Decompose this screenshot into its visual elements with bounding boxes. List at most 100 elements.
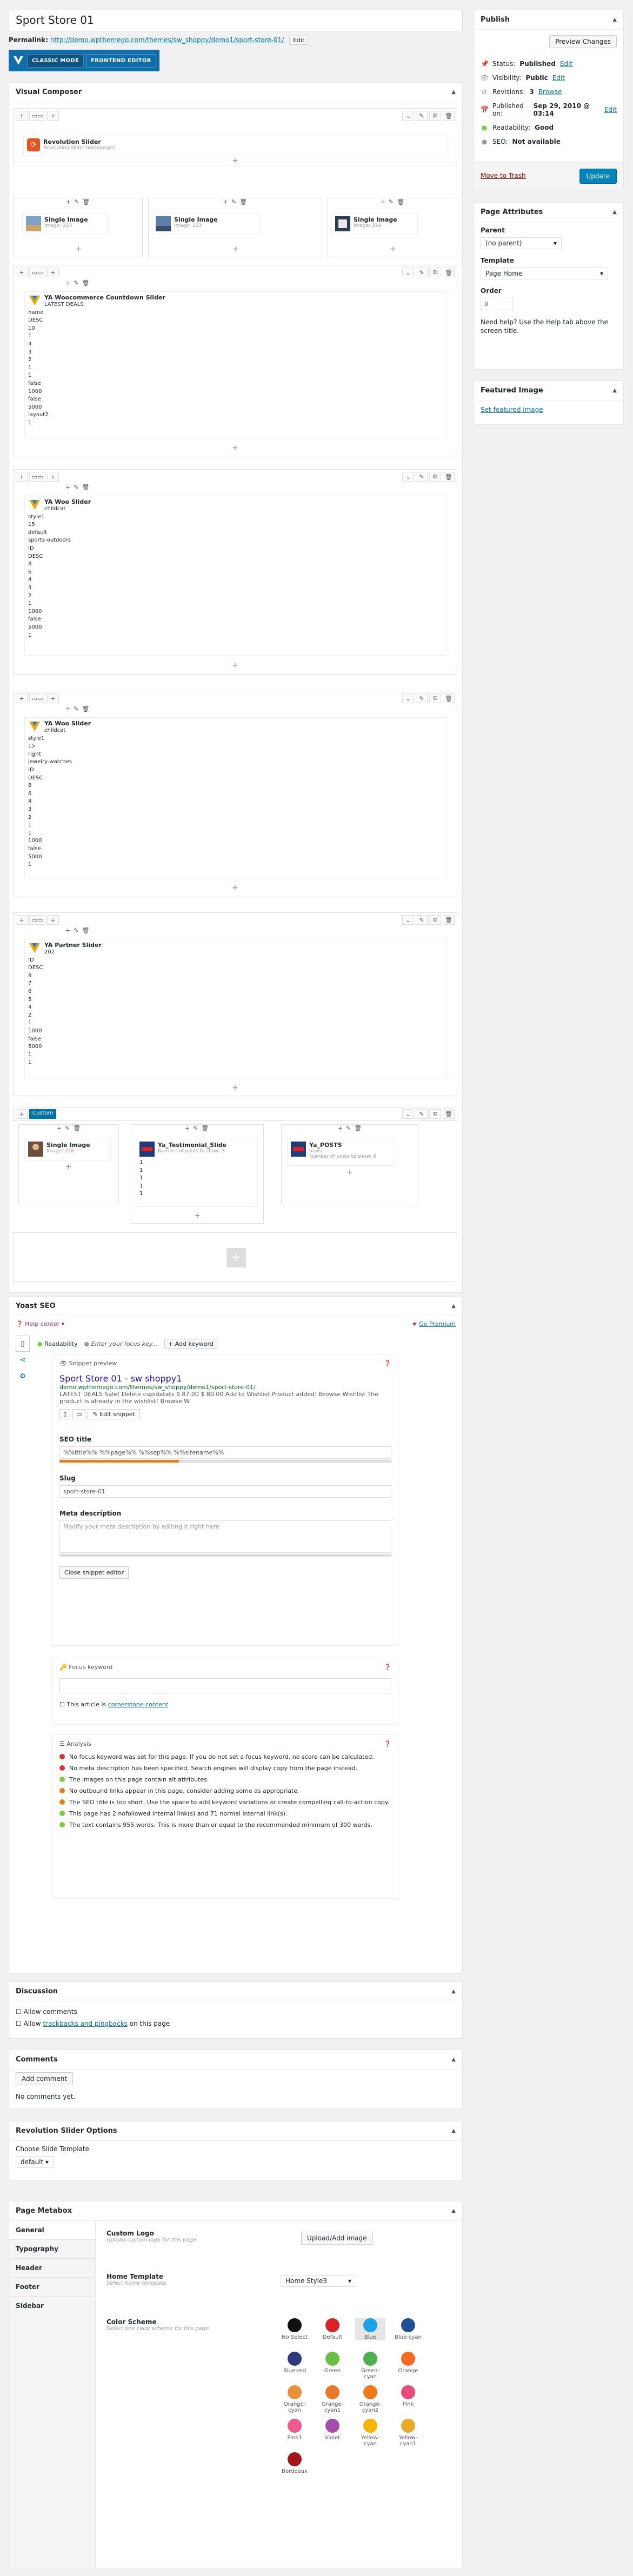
discussion-header[interactable]: Discussion ▲ <box>9 1982 462 2001</box>
add-element-icon[interactable]: + <box>231 1084 239 1092</box>
add-element-icon[interactable]: + <box>193 1211 202 1220</box>
color-swatch-option[interactable]: Yellow-cyan <box>355 2419 385 2447</box>
toggle-icon[interactable]: ⌄ <box>402 111 414 121</box>
add-element-icon[interactable]: + <box>231 884 239 892</box>
delete-icon[interactable]: 🗑 <box>443 1109 455 1119</box>
color-swatch-option[interactable]: Bordeaux <box>279 2452 310 2474</box>
edit-icon[interactable]: ✎ <box>416 268 428 277</box>
add-icon[interactable]: + <box>65 927 70 937</box>
add-icon[interactable]: + <box>65 279 70 289</box>
vc-element-woo-slider[interactable]: YA Woo Slider childcat style1 15 default s… <box>24 496 447 656</box>
comments-header[interactable]: Comments ▲ <box>9 2050 462 2070</box>
add-column-icon[interactable]: + <box>47 915 59 925</box>
permalink-link[interactable]: http://demo.wpthemego.com/themes/sw_shop… <box>50 36 284 44</box>
edit-icon[interactable]: ✎ <box>389 198 394 208</box>
parent-select[interactable]: (no parent) ▾ <box>481 237 562 249</box>
add-element-icon[interactable]: + <box>231 245 240 253</box>
color-swatch-option[interactable]: Yellow-cyan1 <box>393 2419 423 2447</box>
collapse-icon[interactable]: ▲ <box>451 2208 456 2214</box>
delete-icon[interactable]: 🗑 <box>443 111 455 121</box>
color-swatch-option[interactable]: Orange-cyan2 <box>355 2385 385 2413</box>
collapse-icon[interactable]: ▲ <box>451 2128 456 2134</box>
status-edit-link[interactable]: Edit <box>560 60 572 68</box>
vc-box-header[interactable]: Visual Composer ▲ <box>9 83 462 102</box>
tab-sidebar[interactable]: Sidebar <box>9 2297 95 2315</box>
add-icon[interactable]: + <box>57 1125 62 1134</box>
allow-comments-row[interactable]: ☐ Allow comments <box>16 2006 456 2018</box>
edit-icon[interactable]: ✎ <box>74 705 78 715</box>
vc-element-single-image[interactable]: Single Image Image: 223 <box>22 213 109 235</box>
visibility-edit-link[interactable]: Edit <box>552 74 565 82</box>
phone-icon[interactable]: ▯ <box>16 1336 30 1352</box>
yoast-header[interactable]: Yoast SEO ▲ <box>9 1297 462 1316</box>
add-icon[interactable]: + <box>223 198 228 208</box>
delete-icon[interactable]: 🗑 <box>443 693 455 703</box>
edit-icon[interactable]: ✎ <box>416 472 428 482</box>
frontend-editor-button[interactable]: FRONTEND EDITOR <box>86 54 156 68</box>
vc-element-single-image[interactable]: Single Image Image: 223 <box>152 213 260 235</box>
add-element-icon[interactable]: + <box>231 156 239 165</box>
move-to-trash-link[interactable]: Move to Trash <box>481 172 526 179</box>
set-featured-image-link[interactable]: Set featured image <box>481 406 543 413</box>
tab-header[interactable]: Header <box>9 2259 95 2278</box>
vc-element-woo-slider[interactable]: YA Woo Slider childcat style1 15 right jew… <box>24 717 447 879</box>
edit-icon[interactable]: ✎ <box>346 1125 351 1134</box>
delete-icon[interactable]: 🗑 <box>354 1125 362 1134</box>
edit-icon[interactable]: ✎ <box>74 484 78 493</box>
tab-focus-keyword[interactable]: ● Enter your focus key... <box>84 1340 158 1347</box>
clone-icon[interactable]: ⧉ <box>429 1109 441 1119</box>
edit-icon[interactable]: ✎ <box>416 915 428 925</box>
add-row-icon[interactable]: + <box>16 268 28 277</box>
edit-icon[interactable]: ✎ <box>416 111 428 121</box>
color-swatch-option[interactable]: Orange <box>393 2352 423 2374</box>
close-snippet-editor-button[interactable]: Close snippet editor <box>59 1566 129 1579</box>
color-swatch-option[interactable]: Pink <box>393 2385 423 2407</box>
tab-general[interactable]: General <box>9 2221 95 2240</box>
tab-readability[interactable]: ● Readability <box>37 1340 77 1347</box>
add-row-icon[interactable]: + <box>16 1109 28 1119</box>
add-element-icon[interactable]: + <box>74 245 83 253</box>
permalink-edit-button[interactable]: Edit <box>289 36 309 45</box>
upload-image-button[interactable]: Upload/Add image <box>301 2232 373 2245</box>
tab-footer[interactable]: Footer <box>9 2278 95 2297</box>
add-column-icon[interactable]: + <box>47 111 59 121</box>
edit-icon[interactable]: ✎ <box>74 198 79 208</box>
toggle-icon[interactable]: ⌄ <box>402 268 414 277</box>
delete-icon[interactable]: 🗑 <box>82 279 89 289</box>
page-attributes-header[interactable]: Page Attributes ▲ <box>474 203 623 222</box>
delete-icon[interactable]: 🗑 <box>82 484 89 493</box>
cornerstone-checkbox[interactable]: ☐ <box>59 1701 65 1708</box>
add-column-icon[interactable]: + <box>47 268 59 277</box>
color-swatch-option[interactable]: Pink1 <box>279 2419 310 2441</box>
color-swatch-option[interactable]: Orange-cyan <box>279 2385 310 2413</box>
add-row-icon[interactable]: + <box>16 693 28 703</box>
delete-icon[interactable]: 🗑 <box>201 1125 209 1134</box>
collapse-icon[interactable]: ▲ <box>451 2057 456 2063</box>
row-custom-tag[interactable]: Custom <box>29 1109 57 1119</box>
page-metabox-header[interactable]: Page Metabox ▲ <box>9 2201 462 2221</box>
add-row-icon[interactable]: + <box>16 111 28 121</box>
row-layout-icon[interactable]: ▭▭ <box>29 111 45 121</box>
go-premium-link[interactable]: ★ Go Premium <box>412 1320 456 1327</box>
add-keyword-button[interactable]: + Add keyword <box>164 1339 217 1349</box>
gear-icon[interactable]: ⚙ <box>16 1368 30 1384</box>
toggle-icon[interactable]: ⌄ <box>402 693 414 703</box>
order-input[interactable]: 0 <box>481 298 513 310</box>
row-layout-icon[interactable]: ▭▭ <box>29 693 45 703</box>
color-swatch-option[interactable]: Orange-cyan1 <box>317 2385 348 2413</box>
add-column-icon[interactable]: + <box>47 693 59 703</box>
color-swatch-option[interactable]: Green-cyan <box>355 2352 385 2380</box>
share-icon[interactable]: ⋖ <box>16 1352 30 1368</box>
delete-icon[interactable]: 🗑 <box>443 915 455 925</box>
help-icon[interactable]: ❓ <box>384 1360 391 1367</box>
help-icon[interactable]: ❓ <box>384 1664 391 1671</box>
vc-element-partner-slider[interactable]: YA Partner Slider 202 ID DESC 8 76 54 21 1… <box>24 939 447 1079</box>
template-select[interactable]: Page Home ▾ <box>481 268 608 279</box>
color-swatch-option[interactable]: Violet <box>317 2419 348 2441</box>
edit-icon[interactable]: ✎ <box>231 198 236 208</box>
classic-mode-button[interactable]: CLASSIC MODE <box>27 54 84 68</box>
meta-description-input[interactable]: Modify your meta description by editing … <box>59 1520 391 1553</box>
cornerstone-link[interactable]: cornerstone content <box>108 1701 169 1708</box>
vc-element-revolution-slider[interactable]: ⟳ Revolution Slider Revolution Slider ho… <box>23 136 448 156</box>
home-template-select[interactable]: Home Style3 ▾ <box>281 2275 356 2287</box>
